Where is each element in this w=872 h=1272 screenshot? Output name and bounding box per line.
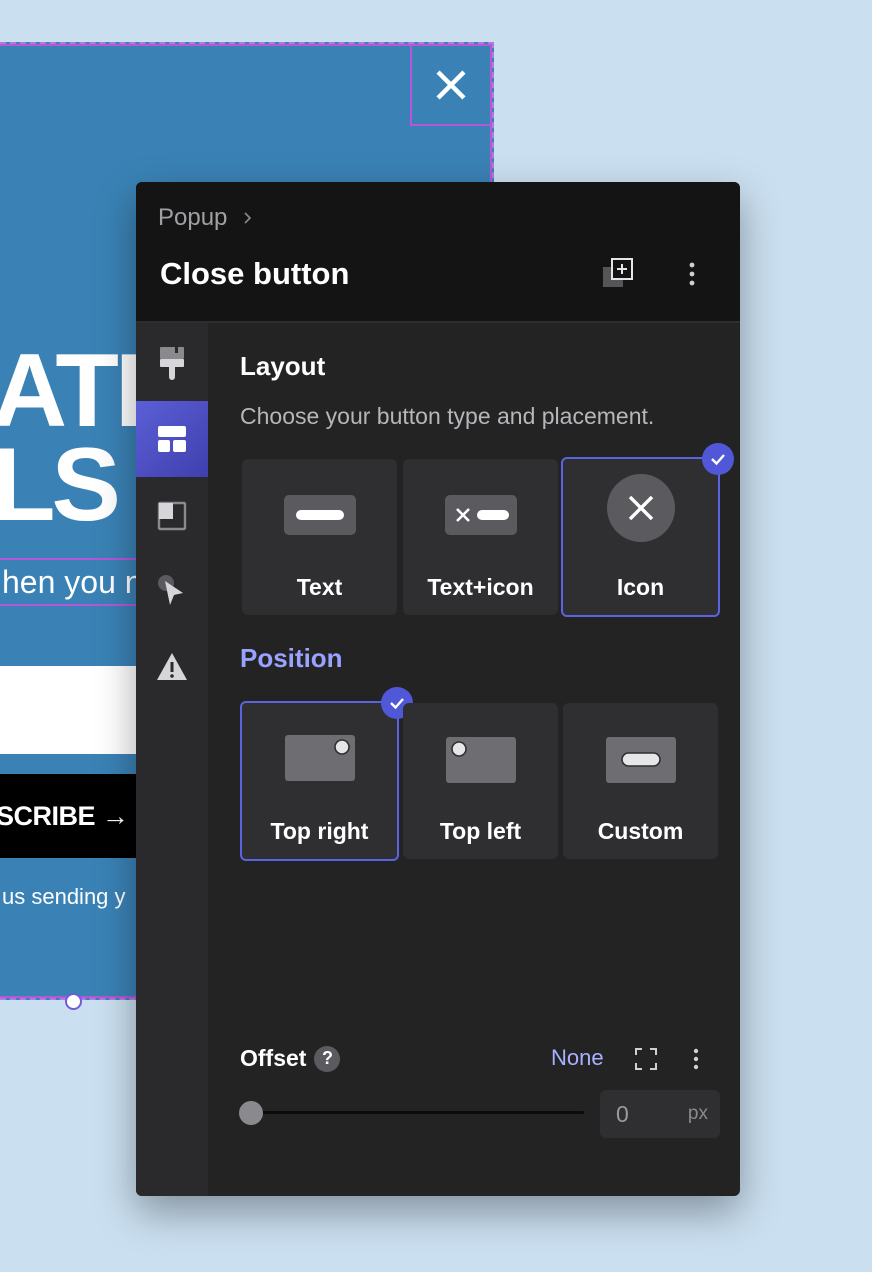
breadcrumb-popup[interactable]: Popup	[158, 204, 227, 232]
sidebar-item-alerts[interactable]	[136, 629, 208, 705]
sidebar-item-layers[interactable]	[136, 477, 208, 553]
layout-icon	[158, 426, 186, 452]
check-icon	[711, 454, 725, 466]
sidebar-item-style[interactable]	[136, 325, 208, 401]
popup-subtitle[interactable]: hen you n	[2, 564, 143, 601]
sidebar-item-layout[interactable]	[136, 401, 208, 477]
duplicate-button[interactable]	[598, 254, 638, 294]
popup-headline[interactable]: ATI LS	[0, 339, 144, 537]
settings-panel: Popup Close button Layout Choose your bu…	[136, 182, 740, 1196]
offset-slider-track[interactable]	[242, 1111, 584, 1114]
more-options-button[interactable]	[672, 254, 712, 294]
offset-value-input[interactable]: 0 px	[600, 1090, 720, 1138]
layout-option-text-icon[interactable]: Text+icon	[403, 459, 558, 615]
layers-icon	[157, 501, 187, 531]
panel-sidebar	[136, 323, 208, 1196]
more-vertical-icon	[693, 1048, 699, 1070]
position-section-title: Position	[240, 643, 343, 673]
offset-value[interactable]: 0	[616, 1101, 629, 1128]
offset-unit: px	[687, 1103, 708, 1124]
layout-option-label: Icon	[616, 574, 665, 600]
layout-option-label: Text	[296, 574, 343, 600]
top-right-position-icon	[284, 735, 355, 781]
panel-title: Close button	[160, 256, 350, 291]
layout-section-title: Layout	[240, 351, 326, 381]
custom-position-icon	[605, 737, 676, 783]
sidebar-item-interactions[interactable]	[136, 553, 208, 629]
layout-option-label: Text+icon	[427, 574, 534, 600]
layout-option-text[interactable]: Text	[242, 459, 397, 615]
popup-footnote[interactable]: us sending y	[2, 884, 126, 910]
close-icon	[436, 70, 466, 100]
popup-close-button[interactable]	[410, 44, 492, 126]
warning-icon	[157, 653, 187, 680]
position-option-top-right[interactable]: Top right	[240, 701, 399, 861]
offset-more-button[interactable]	[680, 1043, 712, 1075]
top-left-position-icon	[445, 737, 516, 783]
offset-label: Offset ?	[240, 1045, 341, 1072]
help-icon[interactable]: ?	[314, 1045, 341, 1072]
panel-content: Layout Choose your button type and place…	[208, 323, 740, 1196]
padding-sides-icon	[635, 1048, 657, 1070]
icon-button-icon	[606, 474, 675, 542]
chevron-right-icon	[244, 212, 252, 224]
position-option-label: Top right	[270, 818, 369, 844]
breadcrumb[interactable]: Popup	[158, 204, 255, 232]
position-option-label: Top left	[439, 818, 522, 844]
position-option-top-left[interactable]: Top left	[403, 703, 558, 859]
position-option-label: Custom	[597, 818, 684, 844]
offset-mode-link[interactable]: None	[551, 1045, 604, 1071]
paintbrush-icon	[160, 347, 184, 380]
offset-sides-button[interactable]	[630, 1043, 662, 1075]
text-icon-button-icon	[444, 495, 517, 535]
layout-option-icon[interactable]: Icon	[561, 457, 720, 617]
cursor-icon	[158, 575, 183, 605]
more-vertical-icon	[689, 262, 695, 286]
resize-handle[interactable]	[65, 993, 82, 1010]
selected-check-badge	[702, 443, 734, 475]
panel-header: Popup Close button	[136, 182, 740, 323]
offset-label-text: Offset	[240, 1045, 307, 1071]
text-button-icon	[283, 495, 356, 535]
duplicate-icon	[603, 258, 633, 287]
layout-section-description: Choose your button type and placement.	[240, 403, 655, 429]
position-option-custom[interactable]: Custom	[563, 703, 718, 859]
offset-slider-thumb[interactable]	[239, 1101, 263, 1125]
